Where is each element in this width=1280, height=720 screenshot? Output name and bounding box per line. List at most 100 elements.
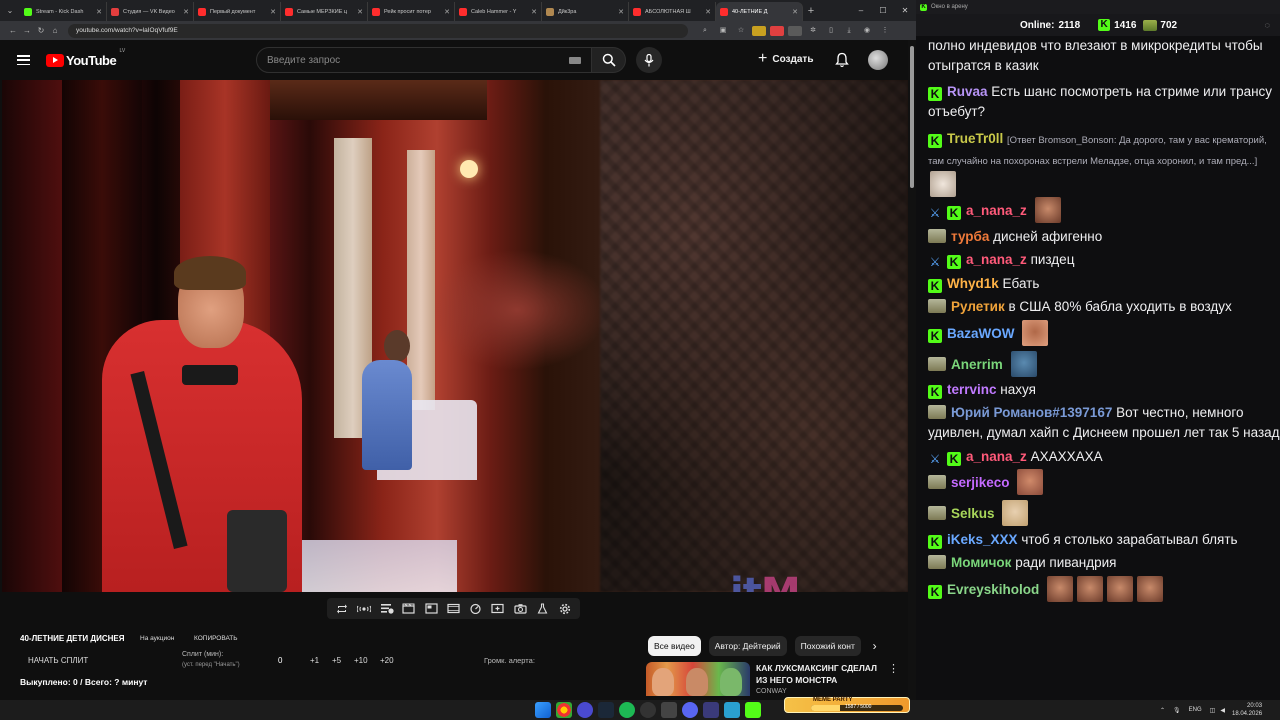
auction-button[interactable]: На аукцион [140,635,174,642]
app-icon[interactable] [639,702,656,718]
split-plus-20-button[interactable]: +20 [380,656,394,665]
home-icon[interactable]: ⌂ [48,26,62,35]
chat-settings-icon[interactable]: ◌ [1265,20,1270,30]
browser-app-icon[interactable] [576,702,593,718]
screenshot-camera-icon[interactable] [512,602,528,616]
speed-gauge-icon[interactable] [468,602,484,616]
app-icon[interactable] [660,702,677,718]
volume-icon[interactable]: ◀ [1220,707,1225,714]
back-icon[interactable]: ← [6,26,20,35]
chat-username[interactable]: serjikeco [951,475,1010,490]
page-scrollbar[interactable] [908,40,916,700]
more-actions-icon[interactable]: ⋮ [888,662,899,696]
close-window-icon[interactable]: ✕ [894,6,916,15]
tab-search-icon[interactable]: ⌄ [0,0,20,21]
audio-wave-icon[interactable] [356,602,372,616]
tab-close-icon[interactable]: ✕ [705,8,711,16]
minimize-icon[interactable]: – [850,6,872,15]
search-input[interactable]: Введите запрос [256,47,592,73]
bookmark-star-icon[interactable]: ☆ [734,26,748,36]
new-tab-button[interactable]: + [803,5,819,17]
split-plus-10-button[interactable]: +10 [354,656,368,665]
playlist-add-icon[interactable] [379,602,395,616]
tab-close-icon[interactable]: ✕ [96,8,102,16]
chrome-icon[interactable] [555,702,572,718]
spotify-icon[interactable] [618,702,635,718]
extension-icon[interactable] [770,25,784,36]
clapperboard-icon[interactable] [401,602,417,616]
film-strip-icon[interactable] [445,602,461,616]
copy-button[interactable]: КОПИРОВАТЬ [194,635,238,642]
browser-tab[interactable]: АБСОЛЮТНАЯ Ш ✕ [629,2,716,21]
tab-close-icon[interactable]: ✕ [444,8,450,16]
notifications-bell-icon[interactable] [835,52,849,73]
split-plus-1-button[interactable]: +1 [310,656,319,665]
tab-close-icon[interactable]: ✕ [183,8,189,16]
keyboard-icon[interactable] [569,56,581,64]
app-icon[interactable] [702,702,719,718]
browser-menu-icon[interactable]: ⋮ [878,26,892,36]
chat-username[interactable]: a_nana_z [966,252,1027,267]
split-plus-5-button[interactable]: +5 [332,656,341,665]
chat-username[interactable]: Selkus [951,506,995,521]
discord-icon[interactable] [681,702,698,718]
start-split-button[interactable]: НАЧАТЬ СПЛИТ [28,656,88,665]
input-language[interactable]: ENG [1189,707,1202,713]
related-video-info[interactable]: КАК ЛУКСМАКСИНГ СДЕЛАЛ ИЗ НЕГО МОНСТРА C… [756,662,882,696]
frame-step-icon[interactable] [490,602,506,616]
chat-username[interactable]: a_nana_z [966,203,1027,218]
chat-username[interactable]: Рулетик [951,299,1005,314]
browser-tab[interactable]: Caleb Hammer - Y ✕ [455,2,542,21]
extension-icon[interactable] [788,25,802,36]
steam-icon[interactable] [597,702,614,718]
chip-author[interactable]: Автор: Дейтерий [708,636,787,656]
chat-username[interactable]: Whyd1k [947,276,999,291]
flask-icon[interactable] [535,602,551,616]
chip-all-videos[interactable]: Все видео [648,636,701,656]
search-button[interactable] [592,47,626,73]
download-icon[interactable]: ⤓ [842,26,856,36]
chips-next-icon[interactable]: › [873,639,877,653]
tray-chevron-icon[interactable]: ⌃ [1160,707,1165,714]
reload-icon[interactable]: ↻ [34,26,48,35]
browser-tab[interactable]: Самые МЕРЗКИЕ ц ✕ [281,2,368,21]
browser-tab[interactable]: Студия — VK Видео ✕ [107,2,194,21]
chat-username[interactable]: iKeks_XXX [947,532,1018,547]
chat-username[interactable]: Anerrim [951,357,1003,372]
chat-username[interactable]: Юрий Романов#1397167 [951,405,1112,420]
related-video-thumbnail[interactable] [646,662,750,696]
create-button[interactable]: + Создать [758,51,813,67]
extension-icon[interactable] [752,25,766,36]
chat-username[interactable]: Ruvaa [947,84,988,99]
scrollbar-thumb[interactable] [910,46,914,188]
chat-username[interactable]: Момичок [951,555,1011,570]
browser-tab[interactable]: Рейк просит потер ✕ [368,2,455,21]
settings-gear-icon[interactable] [557,602,573,616]
chat-username[interactable]: Evreyskiholod [947,582,1039,597]
zoom-icon[interactable]: ⌕ [698,26,712,36]
tab-close-icon[interactable]: ✕ [792,8,798,16]
picture-in-picture-icon[interactable] [423,602,439,616]
chip-similar[interactable]: Похожий конт [794,636,861,656]
voice-search-button[interactable] [636,47,662,73]
chat-username[interactable]: TrueTr0ll [947,131,1003,146]
tab-close-icon[interactable]: ✕ [357,8,363,16]
youtube-logo[interactable]: YouTube LV [46,48,125,68]
sidebar-icon[interactable]: ▯ [824,26,838,36]
split-value[interactable]: 0 [278,656,282,665]
kick-app-icon[interactable] [744,702,761,718]
chat-username[interactable]: BazaWOW [947,326,1015,341]
browser-tab[interactable]: 40-ЛЕТНИЕ Д ✕ [716,2,803,21]
related-video-item[interactable]: КАК ЛУКСМАКСИНГ СДЕЛАЛ ИЗ НЕГО МОНСТРА C… [646,662,908,696]
install-icon[interactable]: ▣ [716,26,730,36]
telegram-icon[interactable] [723,702,740,718]
browser-tab[interactable]: Первый документ ✕ [194,2,281,21]
maximize-icon[interactable]: ☐ [872,6,894,15]
tab-close-icon[interactable]: ✕ [531,8,537,16]
account-avatar[interactable] [868,50,888,70]
network-icon[interactable]: ◫ [1210,707,1216,714]
loop-icon[interactable] [334,602,350,616]
forward-icon[interactable]: → [20,26,34,35]
browser-tab[interactable]: Stream - Kick Dash ✕ [20,2,107,21]
start-windows-icon[interactable] [534,702,551,718]
